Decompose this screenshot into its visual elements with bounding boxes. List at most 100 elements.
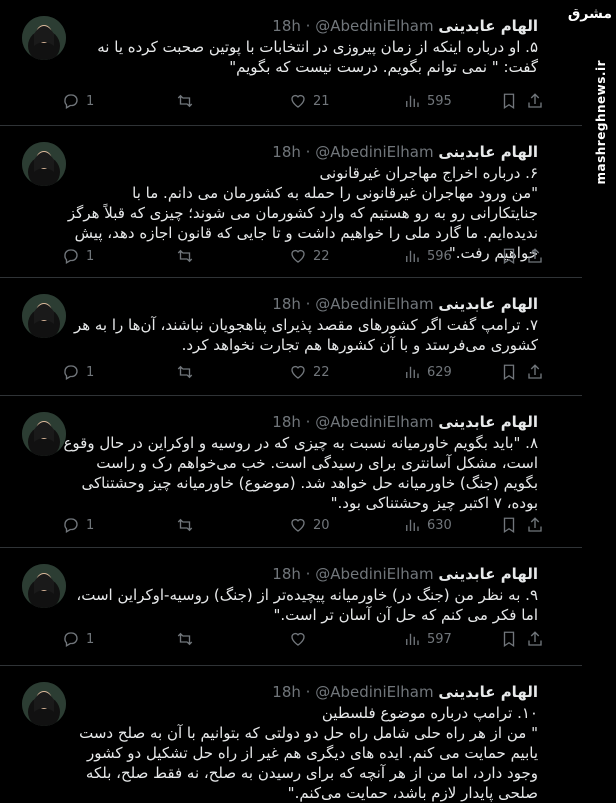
tweet[interactable]: الهام عابدینی @AbediniElham · 18h ۹. به … <box>0 548 616 666</box>
bookmark-icon <box>503 364 515 381</box>
retweet-button[interactable] <box>176 363 200 381</box>
share-button[interactable] <box>526 363 544 381</box>
retweet-button[interactable] <box>176 630 200 648</box>
timestamp[interactable]: 18h <box>272 683 301 701</box>
reply-button[interactable]: 1 <box>62 516 94 534</box>
author-handle[interactable]: @AbediniElham <box>315 295 433 313</box>
views-icon <box>406 366 419 378</box>
like-button[interactable]: 21 <box>289 92 330 110</box>
reply-button[interactable]: 1 <box>62 247 94 265</box>
like-button[interactable]: 20 <box>289 516 330 534</box>
reply-icon <box>64 249 78 264</box>
bookmark-button[interactable] <box>500 516 518 534</box>
reply-button[interactable]: 1 <box>62 363 94 381</box>
separator-dot: · <box>305 413 311 431</box>
separator-dot: · <box>305 683 311 701</box>
author-name[interactable]: الهام عابدینی <box>438 565 538 583</box>
author-handle[interactable]: @AbediniElham <box>315 683 433 701</box>
author-name[interactable]: الهام عابدینی <box>438 413 538 431</box>
retweet-icon <box>177 518 193 532</box>
tweet-header: الهام عابدینی @AbediniElham · 18h <box>147 15 538 37</box>
separator-dot: · <box>305 17 311 35</box>
author-name[interactable]: الهام عابدینی <box>438 143 538 161</box>
timestamp[interactable]: 18h <box>272 565 301 583</box>
action-bar: 1 22 629 <box>62 362 542 382</box>
author-handle[interactable]: @AbediniElham <box>315 413 433 431</box>
share-icon <box>528 364 542 379</box>
author-name[interactable]: الهام عابدینی <box>438 683 538 701</box>
tweet-text: ۹. به نظر من (جنگ در) خاورمیانه پیچیده‌ت… <box>76 586 538 624</box>
tweet-header: الهام عابدینی @AbediniElham · 18h <box>147 293 538 315</box>
timestamp[interactable]: 18h <box>272 143 301 161</box>
share-button[interactable] <box>526 92 544 110</box>
reply-icon <box>64 632 78 647</box>
tweet[interactable]: الهام عابدینی @AbediniElham · 18h ۵. او … <box>0 0 616 126</box>
avatar[interactable] <box>22 16 66 60</box>
retweet-icon <box>177 632 193 646</box>
reply-count: 1 <box>86 631 95 647</box>
reply-count: 1 <box>86 364 95 380</box>
share-button[interactable] <box>526 516 544 534</box>
tweet-header: الهام عابدینی @AbediniElham · 18h <box>147 681 538 703</box>
views-button[interactable]: 596 <box>403 247 452 265</box>
views-count: 630 <box>427 517 452 533</box>
reply-count: 1 <box>86 93 95 109</box>
separator-dot: · <box>305 295 311 313</box>
reply-icon <box>64 94 78 109</box>
retweet-button[interactable] <box>176 247 200 265</box>
views-count: 629 <box>427 364 452 380</box>
author-name[interactable]: الهام عابدینی <box>438 295 538 313</box>
tweet[interactable]: الهام عابدینی @AbediniElham · 18h ۱۰. تر… <box>0 666 616 802</box>
retweet-icon <box>177 249 193 263</box>
tweet[interactable]: الهام عابدینی @AbediniElham · 18h ۶. درب… <box>0 126 616 278</box>
views-icon <box>406 250 419 262</box>
separator-dot: · <box>305 565 311 583</box>
bookmark-icon <box>503 631 515 648</box>
author-handle[interactable]: @AbediniElham <box>315 17 433 35</box>
bookmark-button[interactable] <box>500 363 518 381</box>
views-button[interactable]: 630 <box>403 516 452 534</box>
share-icon <box>528 93 542 108</box>
avatar[interactable] <box>22 294 66 338</box>
retweet-button[interactable] <box>176 92 200 110</box>
timestamp[interactable]: 18h <box>272 413 301 431</box>
views-button[interactable]: 629 <box>403 363 452 381</box>
timestamp[interactable]: 18h <box>272 17 301 35</box>
avatar[interactable] <box>22 412 66 456</box>
bookmark-button[interactable] <box>500 92 518 110</box>
heart-icon <box>291 94 305 108</box>
author-handle[interactable]: @AbediniElham <box>315 143 433 161</box>
like-count: 20 <box>313 517 330 533</box>
share-button[interactable] <box>526 630 544 648</box>
tweet-header: الهام عابدینی @AbediniElham · 18h <box>147 411 538 433</box>
like-count: 22 <box>313 248 330 264</box>
reply-button[interactable]: 1 <box>62 630 94 648</box>
avatar[interactable] <box>22 142 66 186</box>
views-button[interactable]: 595 <box>403 92 452 110</box>
heart-icon <box>291 249 305 263</box>
action-bar: 1 20 630 <box>62 515 542 535</box>
like-button[interactable]: 22 <box>289 363 330 381</box>
author-name[interactable]: الهام عابدینی <box>438 17 538 35</box>
reply-count: 1 <box>86 248 95 264</box>
share-button[interactable] <box>526 247 544 265</box>
tweet-text: ۵. او درباره اینکه از زمان پیروزی در انت… <box>97 38 538 76</box>
avatar[interactable] <box>22 564 66 608</box>
like-count: 21 <box>313 93 330 109</box>
like-button[interactable] <box>289 630 313 648</box>
retweet-icon <box>177 365 193 379</box>
tweet[interactable]: الهام عابدینی @AbediniElham · 18h ۸. "با… <box>0 396 616 548</box>
heart-icon <box>291 632 305 646</box>
tweet[interactable]: الهام عابدینی @AbediniElham · 18h ۷. ترا… <box>0 278 616 396</box>
views-icon <box>406 519 419 531</box>
author-handle[interactable]: @AbediniElham <box>315 565 433 583</box>
views-button[interactable]: 597 <box>403 630 452 648</box>
heart-icon <box>291 365 305 379</box>
timestamp[interactable]: 18h <box>272 295 301 313</box>
avatar[interactable] <box>22 682 66 726</box>
bookmark-button[interactable] <box>500 630 518 648</box>
like-button[interactable]: 22 <box>289 247 330 265</box>
reply-button[interactable]: 1 <box>62 92 94 110</box>
bookmark-button[interactable] <box>500 247 518 265</box>
retweet-button[interactable] <box>176 516 200 534</box>
